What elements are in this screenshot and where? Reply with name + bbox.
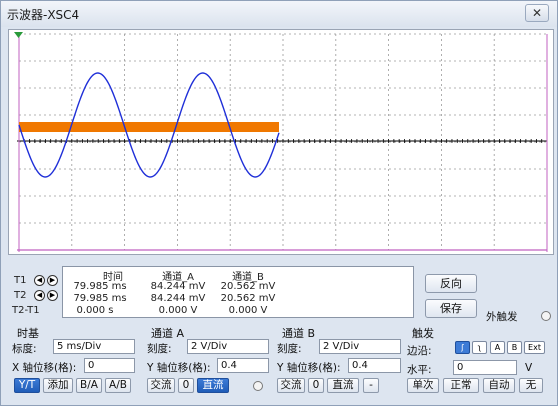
mode-ab-button[interactable]: A/B — [105, 378, 131, 393]
t1-label: T1 — [14, 275, 27, 286]
trigger-auto-button[interactable]: 自动 — [483, 378, 515, 393]
trigger-level-unit: V — [525, 362, 533, 374]
t1-left-arrow-icon[interactable]: ◀ — [34, 275, 45, 286]
channel-a-ypos-field[interactable]: 0.4 — [217, 358, 269, 373]
timebase-scale-field[interactable]: 5 ms/Div — [53, 339, 135, 354]
channel-a-terminal[interactable] — [253, 381, 263, 391]
t2-channel-b: 20.562 mV — [220, 293, 276, 304]
t2-channel-a: 84.244 mV — [150, 293, 206, 304]
reverse-button[interactable]: 反向 — [425, 274, 477, 293]
window-title: 示波器-XSC4 — [7, 8, 80, 22]
channel-b-zero-button[interactable]: 0 — [308, 378, 324, 393]
delta-channel-a: 0.000 V — [158, 305, 198, 316]
cursor-marker-icon[interactable] — [14, 32, 23, 38]
channel-a-ac-button[interactable]: 交流 — [147, 378, 175, 393]
delta-channel-b: 0.000 V — [228, 305, 268, 316]
channel-a-zero-button[interactable]: 0 — [178, 378, 194, 393]
trigger-level-label: 水平: — [407, 364, 432, 376]
oscilloscope-window: 示波器-XSC4 ✕ T1 ◀ ▶ T2 ◀ ▶ T2-T1 时间 通道_A 通… — [0, 0, 558, 406]
channel-b-ypos-field[interactable]: 0.4 — [348, 358, 401, 373]
mode-add-button[interactable]: 添加 — [43, 378, 73, 393]
trigger-normal-button[interactable]: 正常 — [443, 378, 479, 393]
channel-b-scale-label: 刻度: — [277, 343, 302, 355]
trigger-none-button[interactable]: 无 — [519, 378, 543, 393]
t2-label: T2 — [14, 290, 27, 301]
channel-b-trace — [19, 122, 279, 132]
title-bar[interactable]: 示波器-XSC4 ✕ — [1, 1, 557, 27]
channel-b-title: 通道 B — [282, 327, 316, 340]
timebase-scale-label: 标度: — [12, 343, 37, 355]
t2-left-arrow-icon[interactable]: ◀ — [34, 290, 45, 301]
trigger-edge-label: 边沿: — [407, 345, 432, 357]
trigger-source-ext-button[interactable]: Ext — [524, 341, 545, 354]
t2-t1-label: T2-T1 — [12, 305, 40, 316]
mode-yt-button[interactable]: Y/T — [14, 378, 40, 393]
external-trigger-label: 外触发 — [486, 311, 518, 323]
channel-a-scale-label: 刻度: — [147, 343, 172, 355]
channel-a-scale-field[interactable]: 2 V/Div — [187, 339, 269, 354]
t1-channel-a: 84.244 mV — [150, 281, 206, 292]
external-trigger-terminal[interactable] — [541, 311, 551, 321]
falling-edge-icon[interactable]: ʅ — [472, 341, 487, 354]
channel-b-ypos-label: Y 轴位移(格): — [277, 362, 341, 374]
trigger-level-field[interactable]: 0 — [453, 360, 517, 375]
close-button[interactable]: ✕ — [525, 4, 549, 22]
timebase-title: 时基 — [17, 327, 39, 340]
trigger-title: 触发 — [412, 327, 434, 340]
t2-time: 79.985 ms — [73, 293, 127, 304]
channel-a-ypos-label: Y 轴位移(格): — [147, 362, 211, 374]
oscilloscope-screen[interactable] — [8, 29, 554, 255]
t1-channel-b: 20.562 mV — [220, 281, 276, 292]
channel-b-ac-button[interactable]: 交流 — [277, 378, 305, 393]
axis-ticks — [18, 139, 548, 143]
t2-right-arrow-icon[interactable]: ▶ — [47, 290, 58, 301]
x-position-label: X 轴位移(格): — [12, 362, 77, 374]
trigger-single-button[interactable]: 单次 — [407, 378, 439, 393]
channel-a-dc-button[interactable]: 直流 — [197, 378, 229, 393]
delta-time: 0.000 s — [76, 305, 114, 316]
waveform-display — [14, 32, 548, 252]
t1-time: 79.985 ms — [73, 281, 127, 292]
t1-right-arrow-icon[interactable]: ▶ — [47, 275, 58, 286]
save-button[interactable]: 保存 — [425, 299, 477, 318]
trigger-source-b-button[interactable]: B — [507, 341, 522, 354]
channel-a-title: 通道 A — [151, 327, 185, 340]
channel-b-minus-button[interactable]: - — [363, 378, 379, 393]
mode-ba-button[interactable]: B/A — [76, 378, 102, 393]
rising-edge-icon[interactable]: ʃ — [455, 341, 470, 354]
cursor-readout-table: 时间 通道_A 通道_B 79.985 ms 84.244 mV 20.562 … — [62, 266, 414, 318]
x-position-field[interactable]: 0 — [84, 358, 135, 373]
channel-b-dc-button[interactable]: 直流 — [327, 378, 359, 393]
channel-b-scale-field[interactable]: 2 V/Div — [319, 339, 401, 354]
trigger-source-a-button[interactable]: A — [490, 341, 505, 354]
